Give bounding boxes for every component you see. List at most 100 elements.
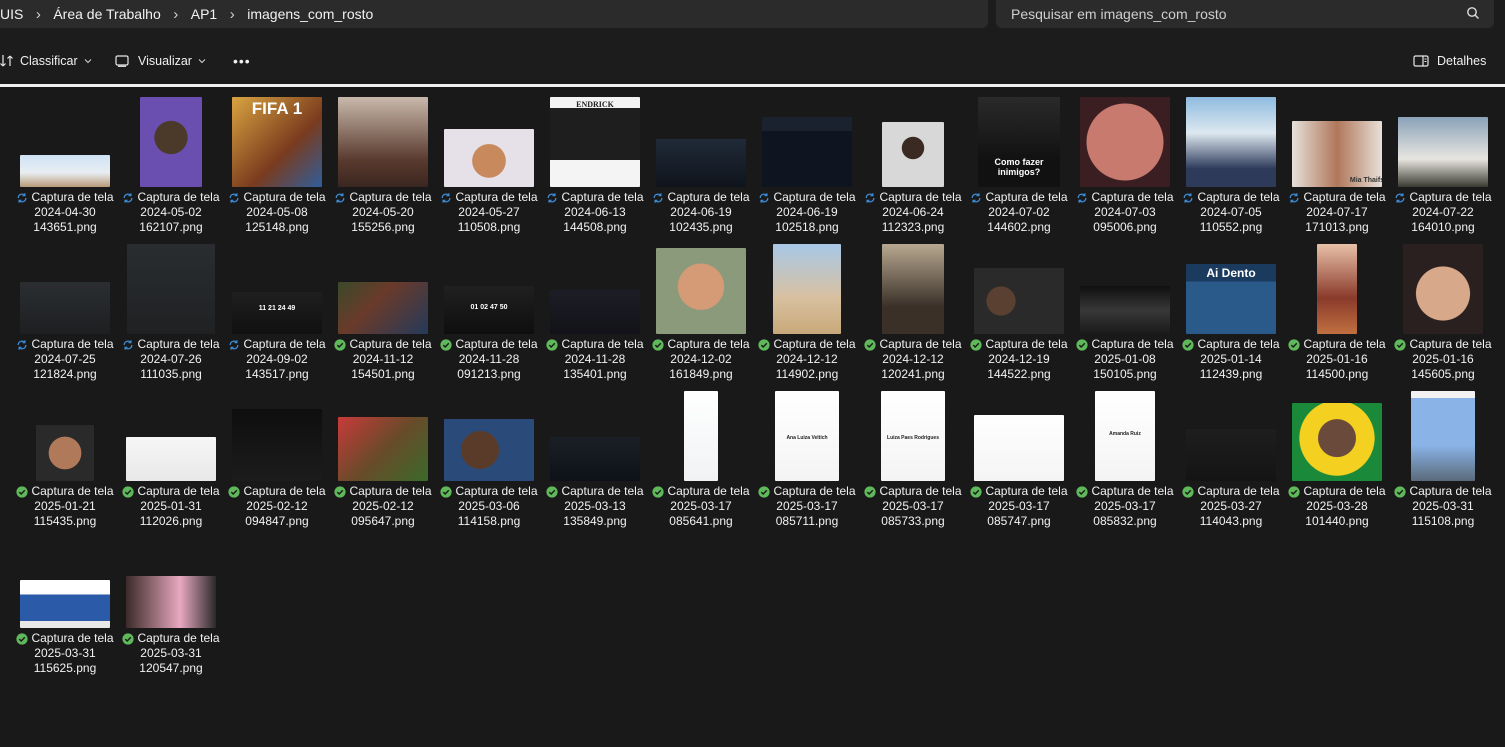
- file-thumbnail[interactable]: [882, 122, 944, 187]
- file-name[interactable]: Captura de tela 2025-01-31 112026.png: [118, 484, 224, 529]
- file-thumbnail[interactable]: [974, 268, 1064, 334]
- file-thumbnail[interactable]: [126, 437, 216, 481]
- file-thumbnail[interactable]: [1398, 117, 1488, 187]
- file-thumbnail[interactable]: 01 02 47 50: [444, 286, 534, 334]
- file-thumbnail[interactable]: [20, 282, 110, 334]
- file-name[interactable]: Captura de tela 2024-06-24 112323.png: [860, 190, 966, 235]
- file-thumbnail[interactable]: [1186, 429, 1276, 481]
- file-item[interactable]: 11 21 24 49 Captura de tela 2024-09-02 1…: [224, 242, 330, 389]
- file-thumbnail[interactable]: ENDRICK: [550, 97, 640, 187]
- file-item[interactable]: ENDRICK Captura de tela 2024-06-13 14450…: [542, 95, 648, 242]
- file-name[interactable]: Captura de tela 2024-07-05 110552.png: [1178, 190, 1284, 235]
- sort-button[interactable]: Classificar: [0, 51, 92, 71]
- breadcrumb-item-ap1[interactable]: AP1: [191, 6, 217, 22]
- file-name[interactable]: Captura de tela 2024-05-02 162107.png: [118, 190, 224, 235]
- file-thumbnail[interactable]: [127, 244, 215, 334]
- file-name[interactable]: Captura de tela 2024-05-08 125148.png: [224, 190, 330, 235]
- file-item[interactable]: Captura de tela 2024-07-26 111035.png: [118, 242, 224, 389]
- details-button[interactable]: Detalhes: [1413, 51, 1486, 71]
- file-item[interactable]: 01 02 47 50 Captura de tela 2024-11-28 0…: [436, 242, 542, 389]
- file-thumbnail[interactable]: Mia Thaifs: [1292, 121, 1382, 187]
- file-thumbnail[interactable]: [974, 415, 1064, 481]
- file-name[interactable]: Captura de tela 2025-01-08 150105.png: [1072, 337, 1178, 382]
- address-bar[interactable]: UIS › Área de Trabalho › AP1 › imagens_c…: [0, 0, 988, 28]
- file-item[interactable]: Captura de tela 2025-03-27 114043.png: [1178, 389, 1284, 536]
- file-thumbnail[interactable]: 11 21 24 49: [232, 292, 322, 334]
- file-name[interactable]: Captura de tela 2024-12-02 161849.png: [648, 337, 754, 382]
- file-item[interactable]: Captura de tela 2025-01-21 115435.png: [12, 389, 118, 536]
- file-name[interactable]: Captura de tela 2024-11-12 154501.png: [330, 337, 436, 382]
- file-thumbnail[interactable]: [1317, 244, 1357, 334]
- file-item[interactable]: Captura de tela 2024-07-22 164010.png: [1390, 95, 1496, 242]
- file-item[interactable]: Captura de tela 2025-03-31 120547.png: [118, 536, 224, 675]
- file-item[interactable]: Captura de tela 2024-05-20 155256.png: [330, 95, 436, 242]
- file-item[interactable]: Captura de tela 2025-03-31 115108.png: [1390, 389, 1496, 536]
- file-item[interactable]: Captura de tela 2024-06-24 112323.png: [860, 95, 966, 242]
- file-name[interactable]: Captura de tela 2025-03-06 114158.png: [436, 484, 542, 529]
- file-thumbnail[interactable]: [656, 139, 746, 187]
- file-item[interactable]: Captura de tela 2025-03-13 135849.png: [542, 389, 648, 536]
- file-name[interactable]: Captura de tela 2024-12-12 114902.png: [754, 337, 860, 382]
- file-item[interactable]: Captura de tela 2025-01-31 112026.png: [118, 389, 224, 536]
- file-thumbnail[interactable]: [126, 576, 216, 628]
- file-name[interactable]: Captura de tela 2024-07-26 111035.png: [118, 337, 224, 382]
- file-item[interactable]: Captura de tela 2025-02-12 094847.png: [224, 389, 330, 536]
- file-item[interactable]: Captura de tela 2025-03-17 085641.png: [648, 389, 754, 536]
- file-thumbnail[interactable]: [882, 244, 944, 334]
- file-item[interactable]: Captura de tela 2024-12-19 144522.png: [966, 242, 1072, 389]
- file-thumbnail[interactable]: [36, 425, 94, 481]
- file-name[interactable]: Captura de tela 2025-03-13 135849.png: [542, 484, 648, 529]
- file-thumbnail[interactable]: [1292, 403, 1382, 481]
- file-item[interactable]: Captura de tela 2024-05-02 162107.png: [118, 95, 224, 242]
- file-item[interactable]: Captura de tela 2024-06-19 102518.png: [754, 95, 860, 242]
- file-item[interactable]: Captura de tela 2024-11-12 154501.png: [330, 242, 436, 389]
- file-thumbnail[interactable]: [338, 97, 428, 187]
- file-name[interactable]: Captura de tela 2024-06-19 102435.png: [648, 190, 754, 235]
- file-thumbnail[interactable]: Luiza Paes Rodrigues: [881, 391, 945, 481]
- file-thumbnail[interactable]: [773, 244, 841, 334]
- file-name[interactable]: Captura de tela 2024-12-19 144522.png: [966, 337, 1072, 382]
- file-thumbnail[interactable]: [338, 417, 428, 481]
- file-thumbnail[interactable]: [656, 248, 746, 334]
- file-name[interactable]: Captura de tela 2024-06-19 102518.png: [754, 190, 860, 235]
- file-item[interactable]: Captura de tela 2025-01-16 114500.png: [1284, 242, 1390, 389]
- file-thumbnail[interactable]: [550, 437, 640, 481]
- search-icon[interactable]: [1466, 6, 1480, 20]
- file-name[interactable]: Captura de tela 2025-01-16 145605.png: [1390, 337, 1496, 382]
- file-item[interactable]: Captura de tela 2025-03-17 085747.png: [966, 389, 1072, 536]
- file-item[interactable]: Captura de tela 2024-12-12 120241.png: [860, 242, 966, 389]
- file-item[interactable]: Captura de tela 2024-04-30 143651.png: [12, 95, 118, 242]
- file-item[interactable]: Captura de tela 2025-01-08 150105.png: [1072, 242, 1178, 389]
- file-name[interactable]: Captura de tela 2025-03-17 085641.png: [648, 484, 754, 529]
- file-item[interactable]: Captura de tela 2024-07-25 121824.png: [12, 242, 118, 389]
- file-item[interactable]: Captura de tela 2025-02-12 095647.png: [330, 389, 436, 536]
- file-view[interactable]: Captura de tela 2024-04-30 143651.png Ca…: [0, 87, 1505, 747]
- file-thumbnail[interactable]: [684, 391, 718, 481]
- file-name[interactable]: Captura de tela 2025-03-31 115625.png: [12, 631, 118, 676]
- file-name[interactable]: Captura de tela 2024-06-13 144508.png: [542, 190, 648, 235]
- file-item[interactable]: Captura de tela 2024-07-03 095006.png: [1072, 95, 1178, 242]
- file-thumbnail[interactable]: Amanda Ruiz: [1095, 391, 1155, 481]
- file-item[interactable]: Captura de tela 2025-03-06 114158.png: [436, 389, 542, 536]
- file-name[interactable]: Captura de tela 2024-07-22 164010.png: [1390, 190, 1496, 235]
- file-name[interactable]: Captura de tela 2024-07-17 171013.png: [1284, 190, 1390, 235]
- file-thumbnail[interactable]: [444, 129, 534, 187]
- file-name[interactable]: Captura de tela 2024-07-25 121824.png: [12, 337, 118, 382]
- file-item[interactable]: Ana Luiza Veltich Captura de tela 2025-0…: [754, 389, 860, 536]
- file-name[interactable]: Captura de tela 2025-03-17 085832.png: [1072, 484, 1178, 529]
- file-item[interactable]: Ai Dento Captura de tela 2025-01-14 1124…: [1178, 242, 1284, 389]
- file-item[interactable]: Luiza Paes Rodrigues Captura de tela 202…: [860, 389, 966, 536]
- file-item[interactable]: Como fazer inimigos? Captura de tela 202…: [966, 95, 1072, 242]
- file-thumbnail[interactable]: [1403, 244, 1483, 334]
- file-item[interactable]: Captura de tela 2025-03-31 115625.png: [12, 536, 118, 675]
- breadcrumb-item-desktop[interactable]: Área de Trabalho: [53, 6, 160, 22]
- file-name[interactable]: Captura de tela 2025-03-17 085733.png: [860, 484, 966, 529]
- view-button[interactable]: Visualizar: [115, 51, 206, 71]
- search-input[interactable]: Pesquisar em imagens_com_rosto: [996, 0, 1494, 28]
- file-thumbnail[interactable]: [550, 290, 640, 334]
- file-thumbnail[interactable]: [1411, 391, 1475, 481]
- chevron-right-icon[interactable]: ›: [217, 6, 247, 23]
- file-thumbnail[interactable]: [20, 580, 110, 628]
- breadcrumb-item-current-folder[interactable]: imagens_com_rosto: [247, 6, 373, 22]
- file-thumbnail[interactable]: [1080, 286, 1170, 334]
